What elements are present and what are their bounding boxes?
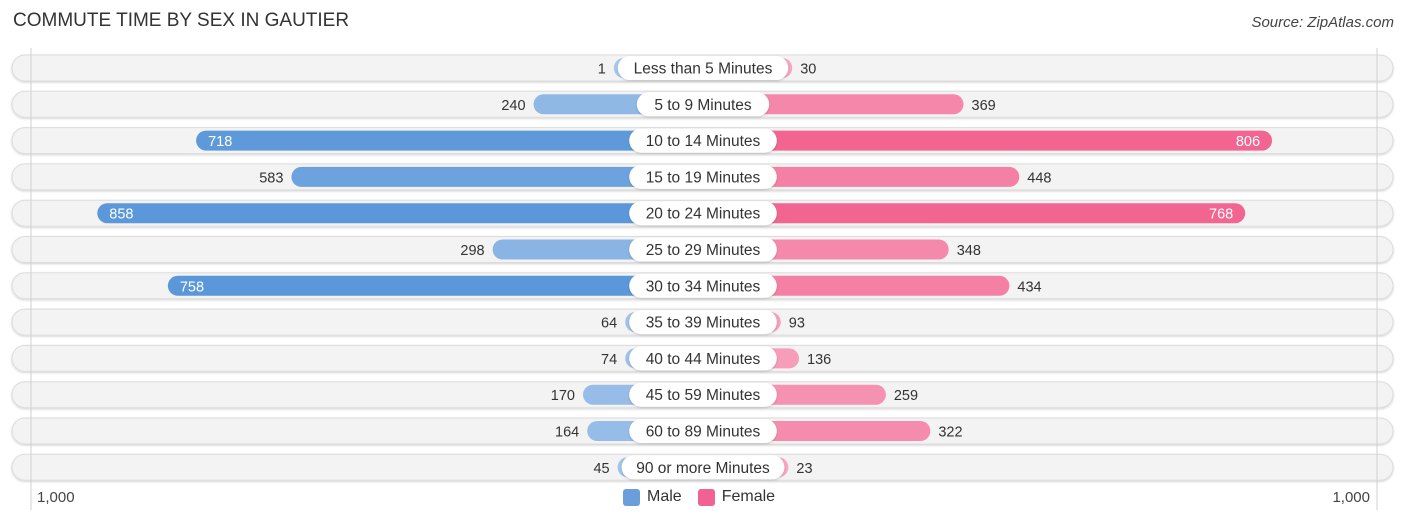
value-label-female: 23	[796, 461, 812, 477]
category-label: 15 to 19 Minutes	[646, 169, 761, 186]
category-label: 10 to 14 Minutes	[646, 133, 761, 150]
value-label-male: 45	[593, 461, 609, 477]
legend-item-female: Female	[697, 488, 776, 506]
value-label-female: 30	[800, 62, 816, 78]
legend-label-male: Male	[647, 488, 682, 505]
legend: Male Female	[623, 488, 785, 506]
legend-swatch-male	[623, 488, 640, 506]
value-label-female: 348	[957, 243, 981, 259]
legend-item-male: Male	[623, 488, 682, 506]
value-label-male: 74	[601, 352, 617, 368]
value-label-male: 164	[555, 425, 579, 441]
value-label-male: 240	[501, 98, 525, 114]
category-label: 20 to 24 Minutes	[646, 206, 761, 223]
category-label: 90 or more Minutes	[636, 460, 770, 477]
bar-male	[97, 203, 713, 224]
value-label-female: 448	[1027, 170, 1051, 186]
category-label: 30 to 34 Minutes	[646, 278, 761, 295]
value-label-female: 768	[1209, 207, 1233, 223]
category-label: 40 to 44 Minutes	[646, 351, 761, 368]
value-label-male: 718	[208, 134, 232, 150]
value-label-female: 369	[972, 98, 996, 114]
value-label-male: 858	[109, 207, 133, 223]
axis-tick-left: 1,000	[37, 489, 75, 506]
value-label-female: 322	[938, 425, 962, 441]
category-label: Less than 5 Minutes	[634, 61, 773, 78]
value-label-male: 1	[598, 62, 606, 78]
legend-label-female: Female	[721, 488, 776, 505]
axis-tick-right: 1,000	[1332, 489, 1370, 506]
value-label-female: 93	[789, 316, 805, 332]
category-label: 25 to 29 Minutes	[646, 242, 761, 259]
legend-swatch-female	[697, 488, 715, 506]
value-label-male: 758	[180, 279, 204, 295]
value-label-female: 806	[1236, 134, 1260, 150]
value-label-male: 583	[259, 170, 283, 186]
chart-canvas: Less than 5 Minutes 1 30 5 to 9 Minutes 240 3…	[11, 48, 1394, 510]
bar-female	[693, 130, 1273, 151]
category-label: 60 to 89 Minutes	[646, 424, 761, 441]
value-label-female: 259	[894, 388, 918, 404]
value-label-male: 170	[551, 388, 575, 404]
category-label: 45 to 59 Minutes	[646, 387, 761, 404]
value-label-male: 298	[460, 243, 484, 259]
value-label-female: 136	[807, 352, 831, 368]
value-label-female: 434	[1017, 279, 1041, 295]
category-label: 5 to 9 Minutes	[654, 97, 752, 114]
value-label-male: 64	[601, 316, 617, 332]
category-label: 35 to 39 Minutes	[646, 315, 761, 332]
